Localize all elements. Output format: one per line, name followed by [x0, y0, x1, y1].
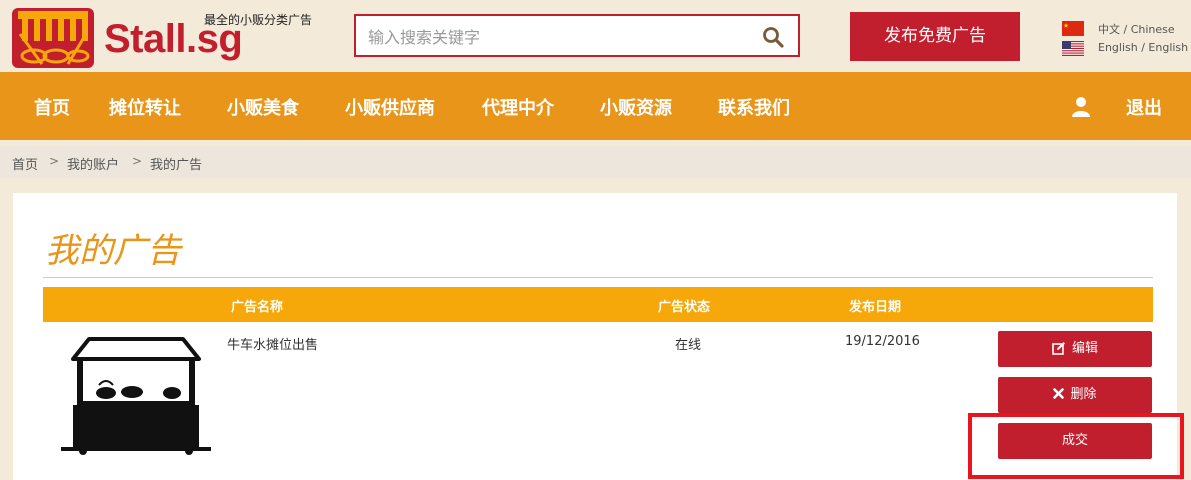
delete-button[interactable]: 删除: [998, 377, 1152, 413]
main-nav: 首页 摊位转让 小贩美食 小贩供应商 代理中介 小贩资源 联系我们 退出: [0, 72, 1191, 140]
delete-button-label: 删除: [1070, 387, 1097, 402]
nav-item-stall-transfer[interactable]: 摊位转让: [109, 94, 181, 120]
breadcrumb-separator: >: [49, 154, 60, 168]
column-header-post-date: 发布日期: [849, 300, 902, 315]
nav-item-hawker-food[interactable]: 小贩美食: [227, 94, 299, 120]
language-label-chinese: 中文 / Chinese: [1098, 23, 1175, 36]
language-chinese[interactable]: 中文 / Chinese: [1062, 20, 1187, 38]
user-icon[interactable]: [1071, 96, 1091, 118]
column-header-ad-name: 广告名称: [231, 300, 284, 315]
nav-item-agents[interactable]: 代理中介: [482, 94, 554, 120]
search-icon[interactable]: [762, 26, 784, 48]
tagline: 最全的小贩分类广告: [204, 13, 313, 27]
ad-status: 在线: [675, 338, 702, 353]
logout-link[interactable]: 退出: [1126, 94, 1162, 120]
title-divider: [43, 277, 1153, 278]
search-box: [354, 14, 800, 57]
table-header: 广告名称 广告状态 发布日期: [43, 287, 1153, 322]
edit-button-label: 编辑: [1071, 341, 1098, 356]
post-free-ad-button[interactable]: 发布免费广告: [850, 12, 1020, 61]
page-title: 我的广告: [45, 231, 181, 271]
nav-item-hawker-suppliers[interactable]: 小贩供应商: [345, 94, 435, 120]
breadcrumb-my-account[interactable]: 我的账户: [67, 154, 119, 173]
ad-name[interactable]: 牛车水摊位出售: [227, 334, 318, 353]
top-header: Stall.sg 最全的小贩分类广告 发布免费广告 中文 / Chinese E…: [0, 0, 1191, 72]
nav-item-contact-us[interactable]: 联系我们: [718, 94, 790, 120]
breadcrumb: 首页 > 我的账户 > 我的广告: [0, 146, 1191, 178]
nav-item-home[interactable]: 首页: [34, 94, 70, 120]
edit-button[interactable]: 编辑: [998, 331, 1152, 367]
ad-post-date: 19/12/2016: [845, 334, 920, 349]
language-english[interactable]: English / English: [1062, 40, 1189, 58]
logo-icon[interactable]: [12, 8, 94, 68]
breadcrumb-my-ads: 我的广告: [150, 158, 203, 173]
china-flag-icon: [1062, 21, 1084, 36]
highlight-annotation: [968, 413, 1184, 479]
edit-icon: [1052, 341, 1065, 355]
column-header-ad-status: 广告状态: [658, 300, 711, 315]
us-flag-icon: [1062, 41, 1084, 56]
breadcrumb-home[interactable]: 首页: [12, 154, 38, 173]
breadcrumb-separator: >: [132, 154, 143, 168]
search-input[interactable]: [366, 23, 750, 51]
close-icon: [1053, 388, 1065, 399]
nav-item-hawker-resources[interactable]: 小贩资源: [600, 94, 672, 120]
language-label-english: English / English: [1098, 41, 1189, 54]
hawker-stall-icon[interactable]: [59, 333, 213, 457]
